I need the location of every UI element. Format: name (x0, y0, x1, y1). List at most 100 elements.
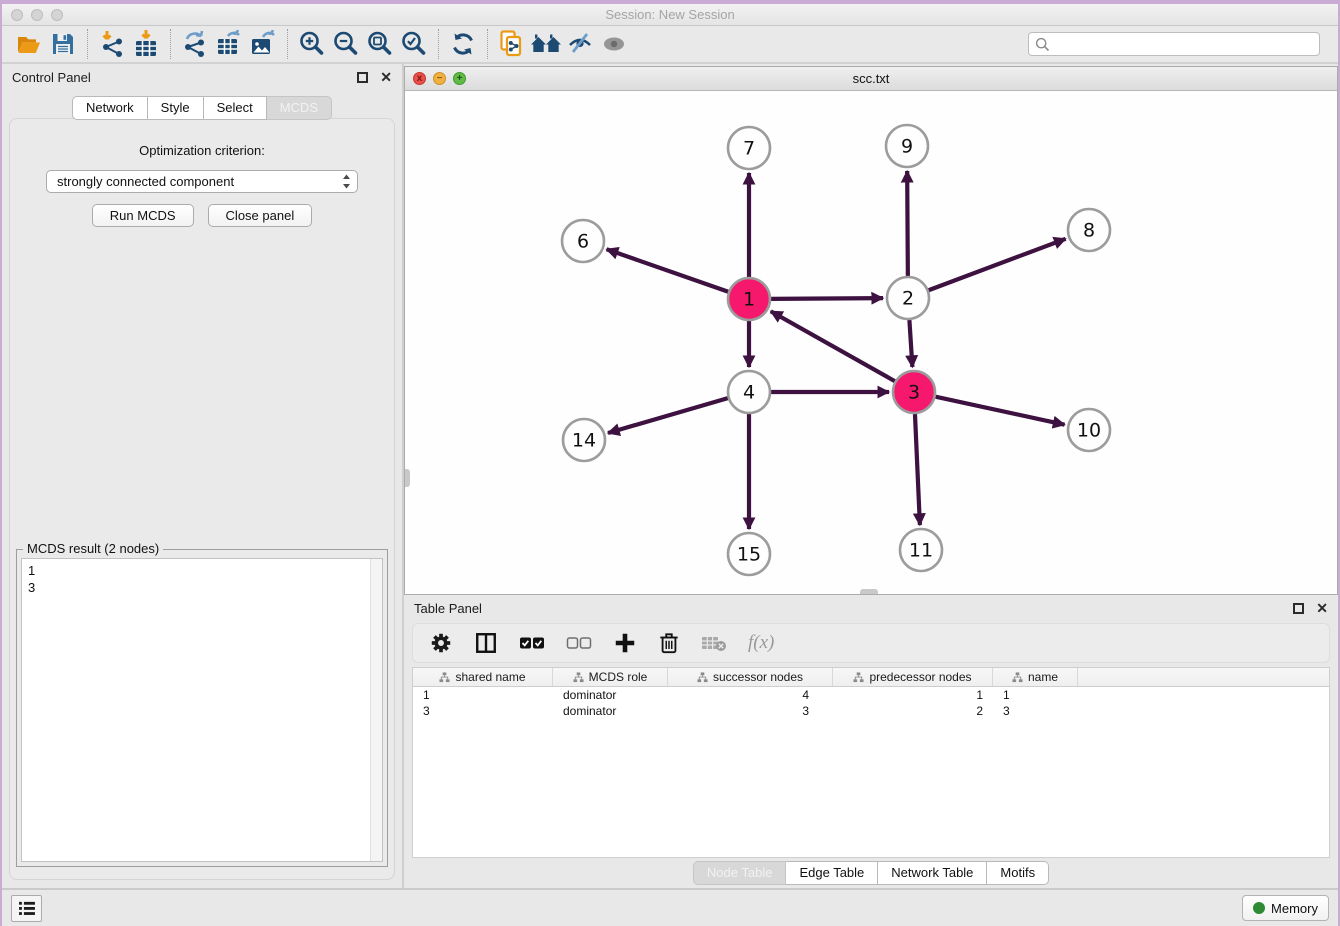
cell-successor-nodes[interactable]: 4 (668, 688, 833, 702)
mcds-result-title: MCDS result (2 nodes) (23, 541, 163, 556)
edge-2-8[interactable] (929, 239, 1066, 290)
node-label-15: 15 (737, 544, 761, 566)
open-file-icon[interactable] (12, 28, 46, 60)
tab-network-table[interactable]: Network Table (878, 861, 987, 885)
network-zoom-icon[interactable]: + (453, 72, 466, 85)
cell-name[interactable]: 1 (993, 688, 1078, 702)
run-mcds-button[interactable]: Run MCDS (92, 204, 194, 227)
table-row-1[interactable]: 1dominator411 (413, 687, 1329, 703)
select-all-rows-icon[interactable] (519, 635, 545, 651)
edge-2-9[interactable] (907, 171, 908, 276)
result-line: 1 (28, 562, 364, 579)
column-label: successor nodes (713, 670, 803, 684)
edge-1-6[interactable] (607, 249, 729, 291)
cell-mcds-role[interactable]: dominator (553, 688, 668, 702)
toolbar-separator (487, 29, 488, 59)
edge-4-14[interactable] (608, 398, 728, 433)
control-panel-close-icon[interactable]: ✕ (380, 70, 392, 84)
tab-select[interactable]: Select (204, 96, 267, 120)
graph-svg[interactable]: 7968124314101511 (405, 91, 1336, 594)
import-table-icon[interactable] (129, 28, 163, 60)
hierarchy-icon (573, 672, 584, 683)
deselect-all-rows-icon[interactable] (566, 635, 592, 651)
table-row-2[interactable]: 3dominator323 (413, 703, 1329, 719)
export-image-icon[interactable] (246, 28, 280, 60)
column-header-successor-nodes[interactable]: successor nodes (668, 668, 833, 686)
network-window-title: scc.txt (405, 71, 1337, 86)
cell-successor-nodes[interactable]: 3 (668, 704, 833, 718)
add-row-icon[interactable] (613, 631, 637, 655)
network-close-icon[interactable]: x (413, 72, 426, 85)
cell-predecessor-nodes[interactable]: 1 (833, 688, 993, 702)
node-label-11: 11 (909, 540, 933, 562)
cell-mcds-role[interactable]: dominator (553, 704, 668, 718)
node-label-10: 10 (1077, 420, 1101, 442)
search-input[interactable] (1054, 37, 1313, 51)
task-history-button[interactable] (11, 895, 42, 922)
node-label-2: 2 (902, 288, 914, 310)
apply-layout-icon[interactable] (446, 28, 480, 60)
export-network-icon[interactable] (178, 28, 212, 60)
toolbar-separator (87, 29, 88, 59)
canvas-left-grip[interactable] (405, 469, 410, 487)
edge-2-3[interactable] (909, 320, 912, 367)
column-header-shared-name[interactable]: shared name (413, 668, 553, 686)
zoom-selected-icon[interactable] (397, 28, 431, 60)
search-field[interactable] (1028, 32, 1320, 56)
column-label: predecessor nodes (869, 670, 971, 684)
tab-style[interactable]: Style (148, 96, 204, 120)
show-all-icon[interactable] (597, 28, 631, 60)
save-session-icon[interactable] (46, 28, 80, 60)
cell-predecessor-nodes[interactable]: 2 (833, 704, 993, 718)
table-panel-header: Table Panel ✕ (404, 595, 1338, 621)
node-label-7: 7 (743, 138, 755, 160)
import-network-icon[interactable] (95, 28, 129, 60)
column-visibility-icon[interactable] (474, 631, 498, 655)
cell-shared-name[interactable]: 1 (413, 688, 553, 702)
tab-mcds[interactable]: MCDS (267, 96, 332, 120)
table-settings-gear-icon[interactable] (429, 631, 453, 655)
mcds-result-text[interactable]: 13 (22, 559, 370, 861)
tab-node-table[interactable]: Node Table (693, 861, 787, 885)
memory-button[interactable]: Memory (1242, 895, 1329, 921)
criterion-select[interactable]: strongly connected component (46, 170, 358, 193)
zoom-fit-icon[interactable] (363, 28, 397, 60)
column-header-mcds-role[interactable]: MCDS role (553, 668, 668, 686)
open-session-icon[interactable] (495, 28, 529, 60)
export-table-icon[interactable] (212, 28, 246, 60)
table-panel-float-icon[interactable] (1293, 603, 1304, 614)
zoom-in-icon[interactable] (295, 28, 329, 60)
edge-1-2[interactable] (771, 298, 883, 299)
edge-3-10[interactable] (935, 397, 1064, 425)
hierarchy-icon (853, 672, 864, 683)
tab-edge-table[interactable]: Edge Table (786, 861, 878, 885)
mcds-panel: Optimization criterion: strongly connect… (9, 118, 395, 880)
canvas-bottom-grip[interactable] (860, 589, 878, 594)
tab-network[interactable]: Network (72, 96, 148, 120)
zoom-out-icon[interactable] (329, 28, 363, 60)
edge-3-11[interactable] (915, 414, 920, 525)
edge-3-1[interactable] (771, 311, 895, 381)
network-canvas[interactable]: 7968124314101511 (405, 91, 1337, 594)
first-neighbors-icon[interactable] (529, 28, 563, 60)
hide-selected-icon[interactable] (563, 28, 597, 60)
application-window: Session: New Session (0, 0, 1340, 926)
network-minimize-icon[interactable]: − (433, 72, 446, 85)
criterion-select-value: strongly connected component (57, 174, 340, 189)
close-panel-button[interactable]: Close panel (208, 204, 313, 227)
tab-motifs[interactable]: Motifs (987, 861, 1049, 885)
network-window-titlebar: x − + scc.txt (405, 67, 1337, 91)
search-icon (1035, 37, 1050, 52)
list-icon (18, 901, 36, 916)
table-panel-close-icon[interactable]: ✕ (1316, 601, 1328, 615)
column-header-name[interactable]: name (993, 668, 1078, 686)
cell-shared-name[interactable]: 3 (413, 704, 553, 718)
cell-name[interactable]: 3 (993, 704, 1078, 718)
delete-rows-icon[interactable] (658, 631, 680, 655)
node-label-8: 8 (1083, 220, 1095, 242)
control-panel-float-icon[interactable] (357, 72, 368, 83)
result-scrollbar[interactable] (370, 559, 382, 861)
table-header-row: shared nameMCDS role successor nodes prede… (413, 668, 1329, 687)
column-header-predecessor-nodes[interactable]: predecessor nodes (833, 668, 993, 686)
control-panel: Control Panel ✕ NetworkStyleSelectMCDS O… (2, 64, 404, 888)
